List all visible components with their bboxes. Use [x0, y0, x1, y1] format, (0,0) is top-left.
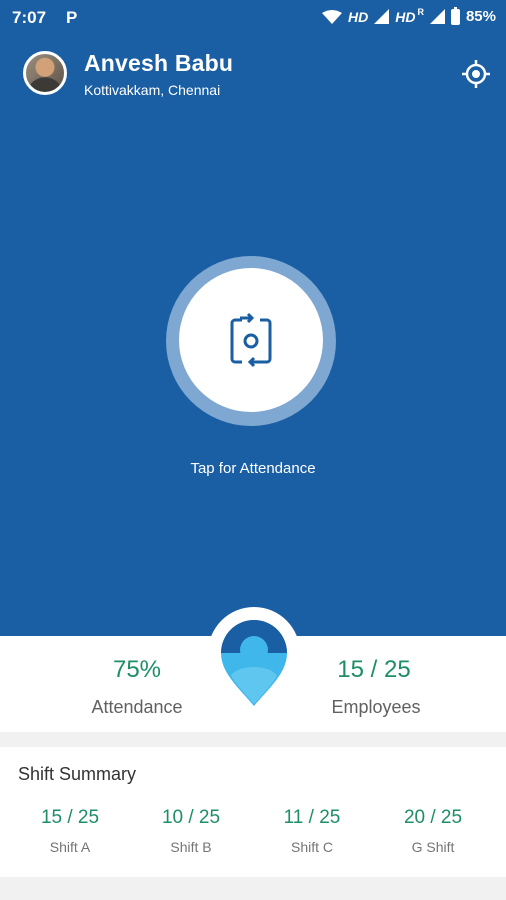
shift-label: Shift B	[170, 839, 212, 855]
network-type-2: HD	[395, 8, 416, 25]
employees-stat-label: Employees	[331, 697, 421, 717]
shift-value: 15 / 25	[40, 807, 100, 828]
shift-item-c[interactable]: 11 / 25 Shift C	[257, 807, 367, 855]
parking-notification-icon: P	[66, 8, 78, 27]
shift-value: 10 / 25	[161, 807, 221, 828]
status-time: 7:07	[12, 8, 47, 27]
employees-count: 15 / 25	[337, 656, 411, 683]
battery-icon	[450, 6, 460, 25]
signal-roaming-icon	[429, 9, 445, 24]
rotate-camera-icon	[230, 312, 272, 368]
attendance-stat-label: Attendance	[91, 697, 183, 717]
shift-summary-title: Shift Summary	[18, 764, 137, 784]
battery-level: 85%	[465, 8, 496, 25]
shift-value: 20 / 25	[403, 807, 463, 828]
shift-label: Shift A	[49, 839, 91, 855]
shift-value: 11 / 25	[283, 807, 341, 828]
shift-label: G Shift	[411, 839, 455, 855]
wifi-icon	[322, 9, 342, 24]
attendance-label: Tap for Attendance	[190, 460, 316, 477]
avatar[interactable]	[23, 51, 67, 95]
gps-target-icon	[462, 60, 490, 88]
attendance-percent: 75%	[112, 656, 162, 683]
user-name: Anvesh Babu	[84, 50, 234, 76]
roaming-indicator: R	[417, 6, 424, 17]
signal-icon	[374, 9, 390, 24]
network-type-1: HD	[348, 8, 369, 25]
status-bar: 7:07 P HD HD R 85%	[0, 0, 506, 34]
locate-button[interactable]	[460, 58, 492, 90]
user-location: Kottivakkam, Chennai	[84, 82, 221, 98]
shift-item-b[interactable]: 10 / 25 Shift B	[136, 807, 246, 855]
shift-item-a[interactable]: 15 / 25 Shift A	[15, 807, 125, 855]
attendance-button[interactable]	[179, 268, 323, 412]
shift-item-g[interactable]: 20 / 25 G Shift	[378, 807, 488, 855]
shift-label: Shift C	[290, 839, 333, 855]
shift-summary-card: Shift Summary 15 / 25 Shift A 10 / 25 Sh…	[0, 747, 506, 877]
status-icons: HD HD R 85%	[322, 6, 496, 25]
